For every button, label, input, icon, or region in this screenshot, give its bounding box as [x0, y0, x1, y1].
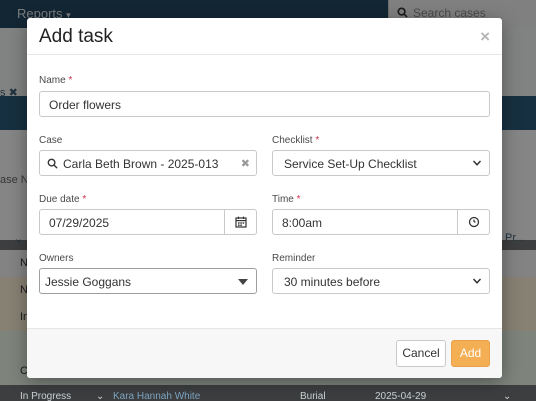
clock-icon[interactable] — [468, 216, 480, 228]
dialog-header: Add task × — [27, 18, 502, 55]
field-divider — [224, 210, 225, 234]
chevron-down-icon — [472, 160, 482, 166]
chevron-down-icon: ⌄ — [503, 391, 512, 401]
required-marker: * — [296, 194, 301, 205]
row-case-name[interactable]: Kara Hannah White — [113, 391, 200, 401]
name-value: Order flowers — [49, 98, 122, 112]
required-marker: * — [315, 135, 320, 146]
chevron-down-icon: ⌄ — [96, 391, 105, 401]
field-divider — [457, 210, 458, 234]
dialog-footer: Cancel Add — [27, 328, 502, 378]
calendar-icon[interactable] — [235, 216, 247, 228]
checklist-label-text: Checklist — [272, 135, 313, 146]
owners-label-text: Owners — [39, 253, 74, 264]
add-task-dialog: Add task × Name * Order flowers Case Car… — [27, 18, 502, 378]
row-case-type: Burial — [300, 391, 326, 401]
due-date-label: Due date * — [39, 194, 86, 205]
chevron-down-icon — [472, 278, 482, 284]
cancel-button[interactable]: Cancel — [396, 340, 446, 367]
owners-select[interactable]: Jessie Goggans — [39, 268, 257, 294]
reminder-select[interactable]: 30 minutes before — [272, 268, 490, 294]
row-status: In Progress — [20, 391, 72, 401]
case-label-text: Case — [39, 135, 63, 146]
time-value: 8:00am — [282, 216, 323, 230]
required-marker: * — [82, 194, 87, 205]
row-date: 2025-04-29 — [375, 391, 427, 401]
time-field[interactable]: 8:00am — [272, 209, 490, 235]
search-icon — [47, 158, 58, 169]
owners-value: Jessie Goggans — [45, 275, 132, 289]
owners-label: Owners — [39, 253, 73, 264]
case-value: Carla Beth Brown - 2025-013 — [63, 157, 219, 171]
reminder-value: 30 minutes before — [284, 275, 381, 289]
name-label-text: Name — [39, 75, 66, 86]
time-label-text: Time — [272, 194, 294, 205]
clear-case-icon[interactable]: ✖ — [241, 157, 250, 170]
caret-down-icon — [238, 279, 248, 285]
required-marker: * — [68, 75, 73, 86]
checklist-label: Checklist * — [272, 135, 319, 146]
close-icon[interactable]: × — [480, 27, 490, 47]
checklist-select[interactable]: Service Set-Up Checklist — [272, 150, 490, 176]
case-label: Case — [39, 135, 62, 146]
reminder-label-text: Reminder — [272, 253, 316, 264]
dialog-title: Add task — [39, 26, 113, 47]
table-row[interactable]: In Progress ⌄ Kara Hannah White Burial 2… — [0, 388, 536, 401]
due-date-value: 07/29/2025 — [49, 216, 110, 230]
name-label: Name * — [39, 75, 72, 86]
checklist-value: Service Set-Up Checklist — [284, 157, 417, 171]
name-field[interactable]: Order flowers — [39, 91, 490, 117]
reminder-label: Reminder — [272, 253, 315, 264]
due-date-field[interactable]: 07/29/2025 — [39, 209, 257, 235]
add-button[interactable]: Add — [451, 340, 490, 367]
case-search-field[interactable]: Carla Beth Brown - 2025-013 ✖ — [39, 150, 257, 176]
due-date-label-text: Due date — [39, 194, 80, 205]
time-label: Time * — [272, 194, 301, 205]
